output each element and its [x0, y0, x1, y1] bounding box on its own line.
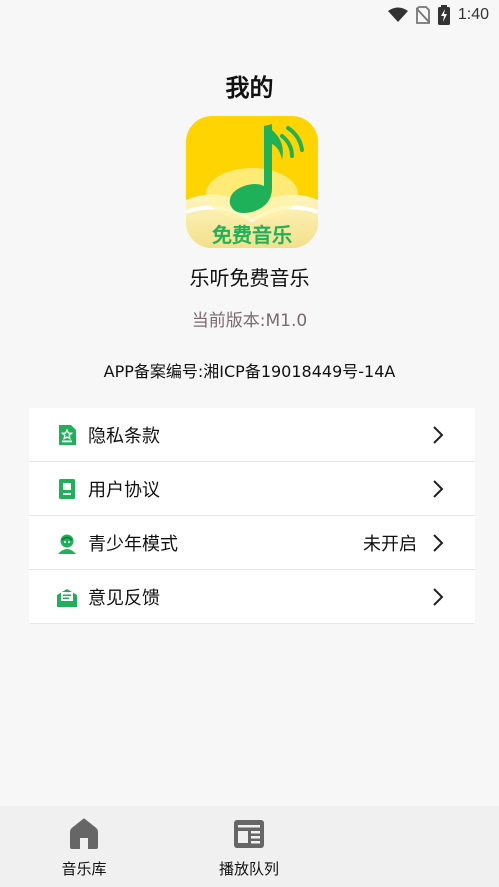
menu-item-label: 青少年模式 — [88, 533, 178, 555]
menu-item-label: 用户协议 — [88, 479, 160, 501]
queue-icon — [231, 816, 267, 852]
menu-item-privacy[interactable]: 隐私条款 — [29, 408, 475, 462]
nav-label: 音乐库 — [61, 860, 107, 878]
app-version: 当前版本:M1.0 — [191, 311, 308, 331]
user-agreement-icon — [56, 478, 78, 500]
privacy-doc-icon — [56, 424, 78, 446]
teen-mode-icon — [56, 532, 78, 554]
status-time: 1:40 — [457, 6, 489, 23]
feedback-icon — [56, 586, 78, 608]
menu-item-teen-mode[interactable]: 青少年模式 未开启 — [29, 516, 475, 570]
menu-item-label: 意见反馈 — [88, 587, 160, 609]
bottom-nav: 音乐库 播放队列 — [0, 806, 499, 887]
page-title: 我的 — [225, 74, 274, 102]
icp-record: APP备案编号:湘ICP备19018449号-14A — [103, 362, 396, 381]
chevron-right-icon — [431, 533, 445, 553]
home-icon — [66, 816, 102, 852]
battery-charging-icon — [437, 5, 450, 25]
app-name: 乐听免费音乐 — [189, 266, 310, 290]
chevron-right-icon — [431, 587, 445, 607]
menu-item-label: 隐私条款 — [88, 425, 160, 447]
chevron-right-icon — [431, 479, 445, 499]
no-sim-icon — [415, 6, 430, 24]
nav-item-play-queue[interactable]: 播放队列 — [189, 816, 309, 879]
nav-item-music-library[interactable]: 音乐库 — [24, 816, 144, 879]
wifi-icon — [387, 7, 408, 23]
settings-menu: 隐私条款 用户协议 青少年模式 未开启 意见反馈 — [29, 408, 475, 624]
teen-mode-status: 未开启 — [363, 533, 417, 555]
nav-label: 播放队列 — [218, 860, 279, 878]
status-bar: 1:40 — [0, 0, 499, 30]
app-logo-text: 免费音乐 — [212, 223, 292, 247]
app-logo: 免费音乐 — [186, 116, 318, 248]
menu-item-feedback[interactable]: 意见反馈 — [29, 570, 475, 624]
menu-item-user-agreement[interactable]: 用户协议 — [29, 462, 475, 516]
chevron-right-icon — [431, 425, 445, 445]
